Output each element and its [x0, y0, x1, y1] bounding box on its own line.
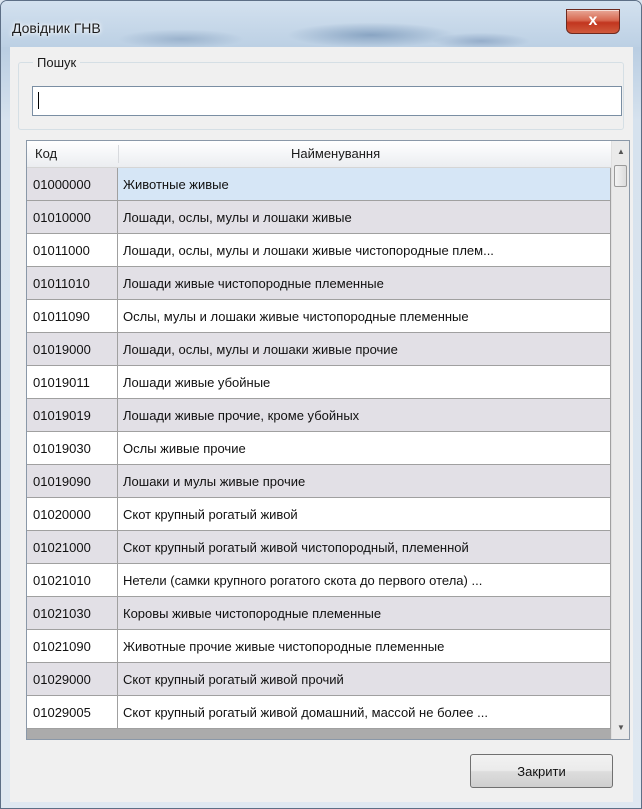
cell-code[interactable]: 01011010 — [27, 267, 118, 300]
table-row[interactable]: 01029000 Скот крупный рогатый живой прочи… — [27, 663, 611, 696]
cell-code[interactable]: 01011090 — [27, 300, 118, 333]
cell-code[interactable]: 01019090 — [27, 465, 118, 498]
scroll-up-icon[interactable]: ▲ — [612, 143, 629, 161]
cell-code[interactable]: 01021010 — [27, 564, 118, 597]
close-icon: x — [588, 12, 598, 29]
cell-name[interactable]: Лошади, ослы, мулы и лошаки живые чистоп… — [118, 234, 611, 267]
table-row[interactable]: 01029005 Скот крупный рогатый живой домаш… — [27, 696, 611, 729]
cell-name[interactable]: Лошади живые убойные — [118, 366, 611, 399]
cell-code[interactable]: 01019030 — [27, 432, 118, 465]
cell-name[interactable]: Лошади живые прочие, кроме убойных — [118, 399, 611, 432]
scroll-down-icon[interactable]: ▼ — [612, 719, 629, 737]
table-row[interactable]: 01019090 Лошаки и мулы живые прочие — [27, 465, 611, 498]
table-row[interactable]: 01019019 Лошади живые прочие, кроме убойн… — [27, 399, 611, 432]
search-input[interactable] — [32, 86, 622, 116]
cell-code[interactable]: 01021000 — [27, 531, 118, 564]
table-row[interactable]: 01020000 Скот крупный рогатый живой — [27, 498, 611, 531]
table-row[interactable]: 01021090 Животные прочие живые чистопород… — [27, 630, 611, 663]
cell-name[interactable]: Животные живые — [118, 168, 611, 201]
cell-code[interactable]: 01010000 — [27, 201, 118, 234]
cell-name[interactable]: Ослы, мулы и лошаки живые чистопородные … — [118, 300, 611, 333]
table-row[interactable]: 01019030 Ослы живые прочие — [27, 432, 611, 465]
cell-code[interactable]: 01020000 — [27, 498, 118, 531]
goods-grid: Код Найменування 01000000 Животные живые 0… — [26, 140, 630, 740]
cell-name[interactable]: Коровы живые чистопородные племенные — [118, 597, 611, 630]
cell-code[interactable]: 01021090 — [27, 630, 118, 663]
cell-name[interactable]: Скот крупный рогатый живой чистопородный… — [118, 531, 611, 564]
text-caret — [38, 92, 39, 109]
cell-name[interactable]: Ослы живые прочие — [118, 432, 611, 465]
cell-name[interactable]: Лошади, ослы, мулы и лошаки живые — [118, 201, 611, 234]
cell-name[interactable]: Животные прочие живые чистопородные плем… — [118, 630, 611, 663]
cell-name[interactable]: Лошади, ослы, мулы и лошаки живые прочие — [118, 333, 611, 366]
table-row[interactable]: 01010000 Лошади, ослы, мулы и лошаки живы… — [27, 201, 611, 234]
cell-name[interactable]: Скот крупный рогатый живой — [118, 498, 611, 531]
cell-code[interactable]: 01029000 — [27, 663, 118, 696]
table-row[interactable]: 01021030 Коровы живые чистопородные племе… — [27, 597, 611, 630]
window-close-button[interactable]: x — [566, 9, 620, 34]
table-row[interactable]: 01011090 Ослы, мулы и лошаки живые чистоп… — [27, 300, 611, 333]
cell-code[interactable]: 01029005 — [27, 696, 118, 729]
table-row[interactable]: 01011010 Лошади живые чистопородные племе… — [27, 267, 611, 300]
cell-name[interactable]: Скот крупный рогатый живой домашний, мас… — [118, 696, 611, 729]
window-title: Довідник ГНВ — [12, 20, 101, 36]
cell-code[interactable]: 01021030 — [27, 597, 118, 630]
column-header-code[interactable]: Код — [35, 141, 57, 167]
table-row[interactable]: 01011000 Лошади, ослы, мулы и лошаки живы… — [27, 234, 611, 267]
cell-name[interactable]: Нетели (самки крупного рогатого скота до… — [118, 564, 611, 597]
cell-code[interactable]: 01011000 — [27, 234, 118, 267]
table-row[interactable]: 01021000 Скот крупный рогатый живой чисто… — [27, 531, 611, 564]
cell-name[interactable]: Лошаки и мулы живые прочие — [118, 465, 611, 498]
scroll-thumb[interactable] — [614, 165, 627, 187]
search-legend: Пошук — [33, 55, 81, 70]
grid-header: Код Найменування — [27, 141, 611, 168]
cell-name[interactable]: Лошади живые чистопородные племенные — [118, 267, 611, 300]
column-header-name[interactable]: Найменування — [291, 141, 380, 167]
cell-code[interactable]: 01019000 — [27, 333, 118, 366]
vertical-scrollbar[interactable]: ▲ ▼ — [611, 141, 629, 739]
close-button[interactable]: Закрити — [470, 754, 613, 788]
table-row[interactable]: 01021010 Нетели (самки крупного рогатого … — [27, 564, 611, 597]
table-row[interactable]: 01000000 Животные живые — [27, 168, 611, 201]
cell-name[interactable]: Скот крупный рогатый живой прочий — [118, 663, 611, 696]
table-row[interactable]: 01019000 Лошади, ослы, мулы и лошаки живы… — [27, 333, 611, 366]
cell-code[interactable]: 01019019 — [27, 399, 118, 432]
cell-code[interactable]: 01019011 — [27, 366, 118, 399]
cell-code[interactable]: 01000000 — [27, 168, 118, 201]
table-row[interactable]: 01019011 Лошади живые убойные — [27, 366, 611, 399]
title-bar[interactable]: Довідник ГНВ x — [1, 1, 641, 47]
column-separator[interactable] — [118, 145, 119, 163]
